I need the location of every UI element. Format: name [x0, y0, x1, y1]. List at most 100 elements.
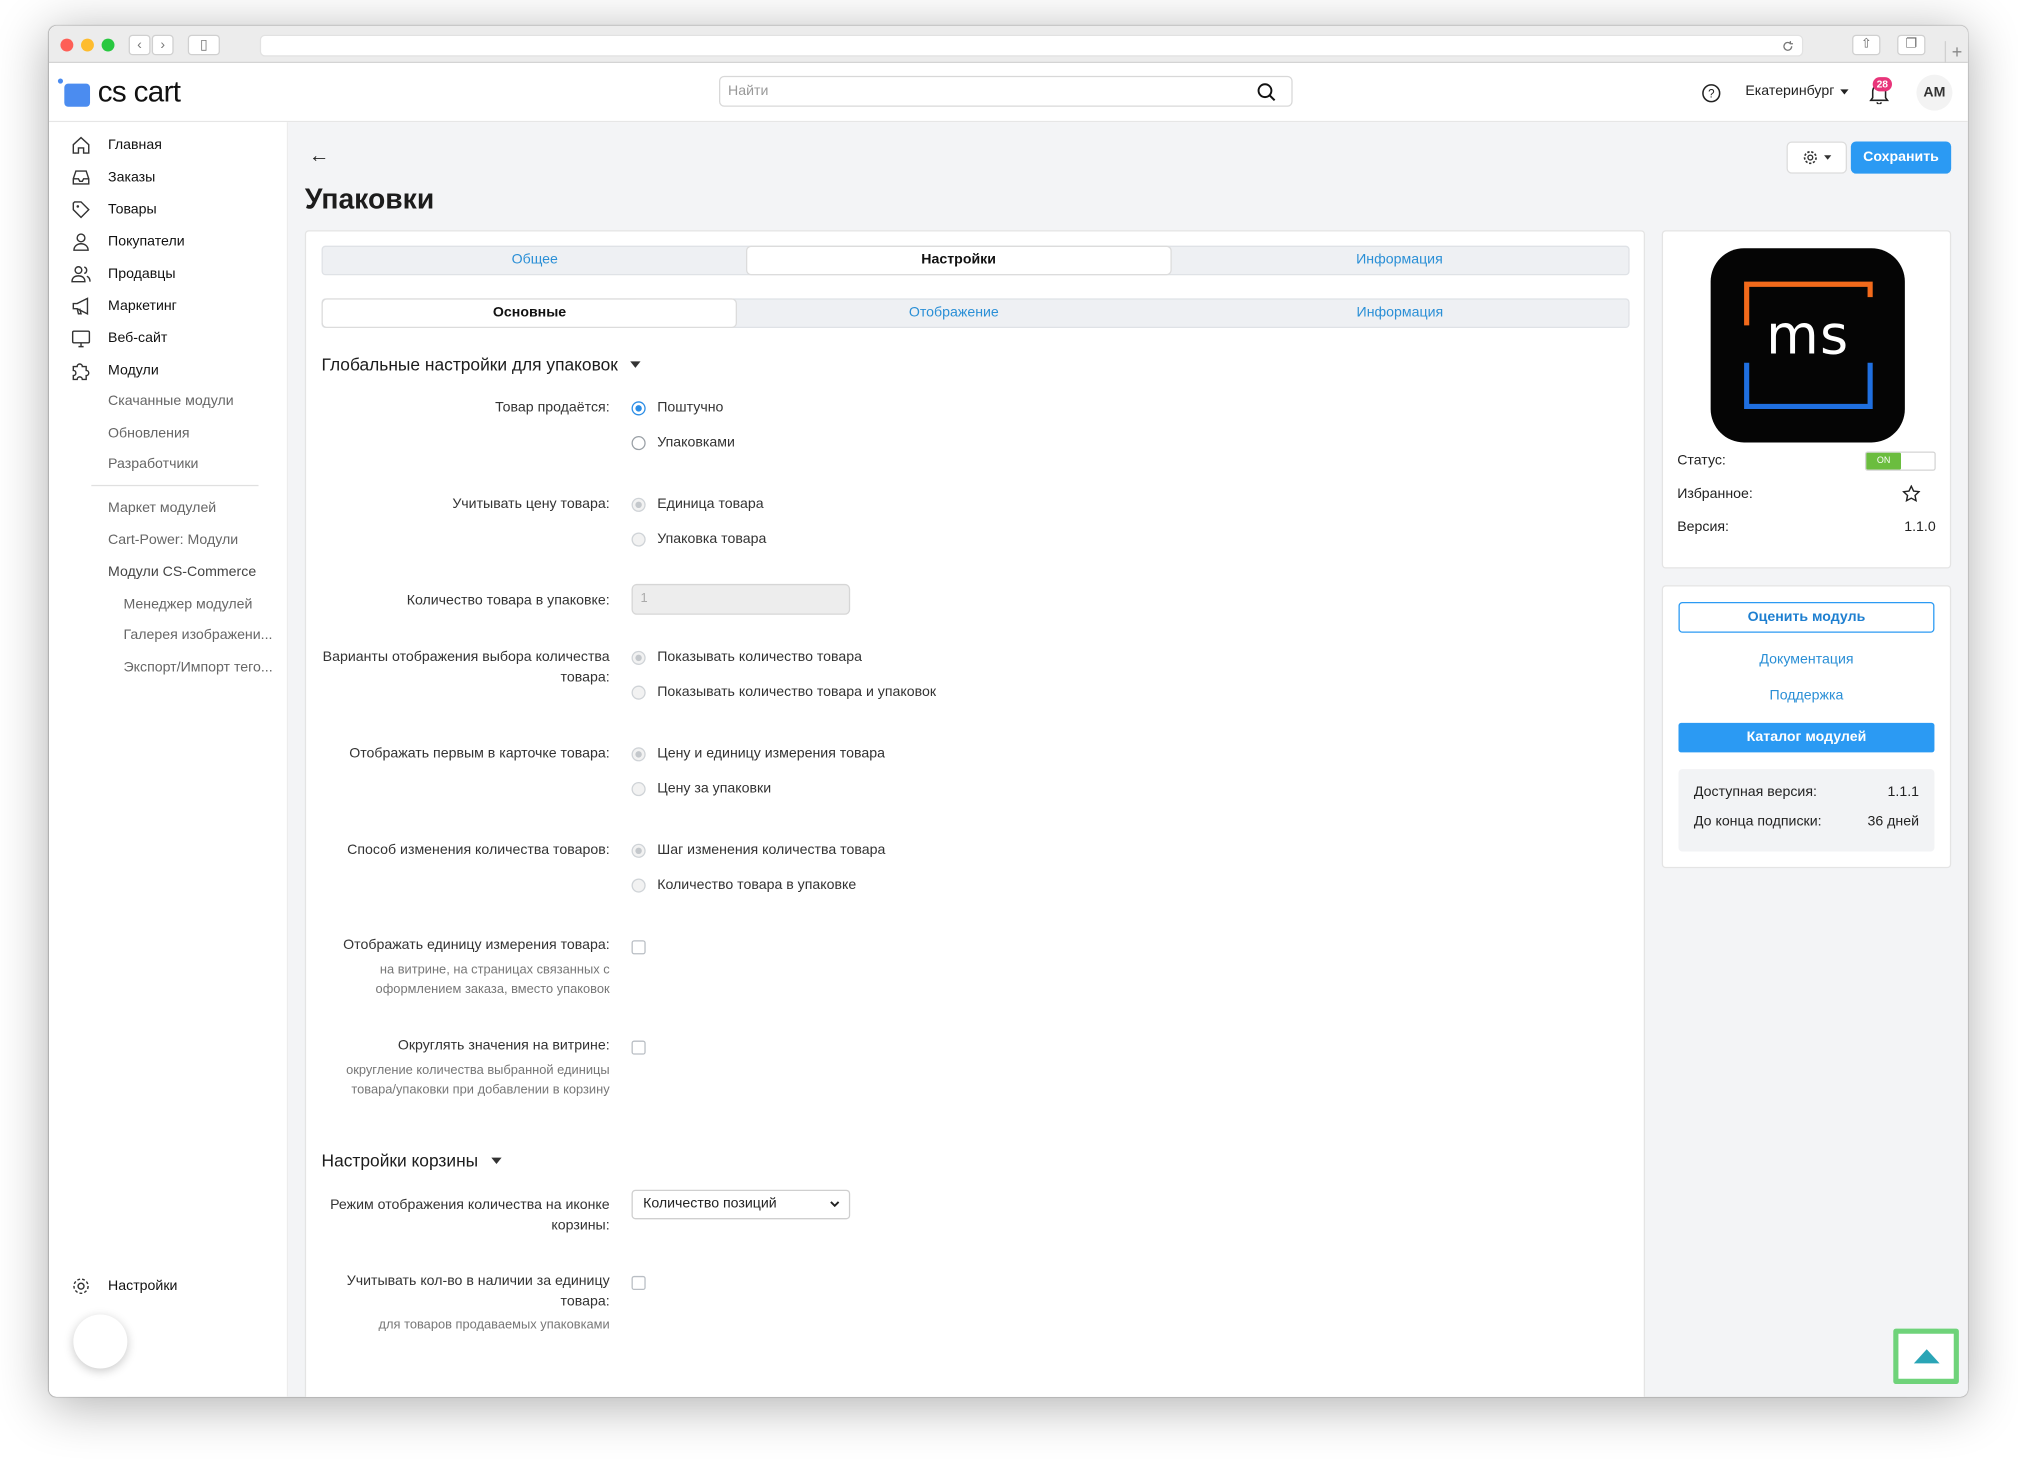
radio-button[interactable]: [631, 877, 646, 892]
sidebar: Главная Заказы Товары Покупатели Продавц…: [48, 122, 289, 1397]
save-button[interactable]: Сохранить: [1850, 141, 1952, 174]
radio-button[interactable]: [631, 781, 646, 796]
sidebar-item-orders[interactable]: Заказы: [69, 166, 155, 189]
forward-nav-icon[interactable]: ›: [151, 34, 174, 56]
sidebar-item-label: Заказы: [108, 169, 156, 186]
sidebar-subitem-downloaded[interactable]: Скачанные модули: [108, 394, 234, 409]
star-icon[interactable]: [1902, 484, 1921, 503]
settings-dropdown-button[interactable]: [1786, 141, 1847, 174]
option-label: Шаг изменения количества товара: [657, 842, 886, 858]
stock-label: Учитывать кол-во в наличии за единицу то…: [346, 1273, 610, 1310]
user-icon: [69, 230, 92, 253]
sidebar-subitem-updates[interactable]: Обновления: [108, 426, 189, 441]
rate-module-button[interactable]: Оценить модуль: [1678, 601, 1935, 633]
sidebar-item-marketing[interactable]: Маркетинг: [69, 295, 177, 318]
floating-action-button[interactable]: [73, 1314, 128, 1369]
price-label: Учитывать цену товара:: [452, 496, 610, 512]
sidebar-subitem-module-manager[interactable]: Менеджер модулей: [123, 597, 252, 612]
show-unit-hint: оформлением заказа, вместо упаковок: [375, 982, 610, 997]
stock-checkbox[interactable]: [631, 1275, 646, 1291]
search-icon[interactable]: [1257, 82, 1276, 102]
sidebar-item-products[interactable]: Товары: [69, 198, 157, 221]
close-window-icon[interactable]: [60, 38, 74, 52]
cart-icon-mode-select[interactable]: Количество позиций: [631, 1189, 851, 1220]
tab-settings[interactable]: Настройки: [746, 246, 1171, 274]
cs-cart-logo[interactable]: cs cart: [57, 75, 181, 110]
share-icon[interactable]: ⇧: [1852, 34, 1881, 56]
show-unit-label: Отображать единицу измерения товара:: [343, 937, 610, 954]
radio-button[interactable]: [631, 531, 646, 546]
back-arrow-icon[interactable]: ←: [309, 145, 330, 168]
radio-button[interactable]: [631, 746, 646, 761]
round-checkbox[interactable]: [631, 1040, 646, 1055]
tab-general[interactable]: Общее: [323, 247, 747, 274]
radio-button[interactable]: [631, 843, 646, 858]
change-method-option-pack[interactable]: Количество товара в упаковке: [631, 877, 856, 893]
support-link[interactable]: Поддержка: [1663, 688, 1950, 703]
sidebar-subitem-developers[interactable]: Разработчики: [108, 457, 198, 472]
sidebar-item-website[interactable]: Веб-сайт: [69, 327, 167, 350]
sidebar-subitem-image-gallery[interactable]: Галерея изображени...: [123, 628, 272, 643]
show-first-option-pack[interactable]: Цену за упаковки: [631, 781, 771, 796]
gear-icon: [1803, 150, 1817, 165]
price-option-unit[interactable]: Единица товара: [631, 496, 764, 512]
radio-button[interactable]: [631, 435, 646, 450]
status-toggle[interactable]: ON: [1864, 451, 1936, 471]
show-first-option-unit[interactable]: Цену и единицу измерения товара: [631, 745, 885, 762]
search-input[interactable]: [720, 77, 1235, 106]
module-logo: ms: [1710, 248, 1905, 443]
display-option-qty-packs[interactable]: Показывать количество товара и упаковок: [631, 684, 937, 700]
sidebar-item-modules[interactable]: Модули: [69, 359, 159, 382]
tab-information[interactable]: Информация: [1171, 247, 1629, 274]
sold-option-packs[interactable]: Упаковками: [631, 435, 735, 450]
subtab-display[interactable]: Отображение: [736, 300, 1171, 327]
subtab-basic[interactable]: Основные: [322, 299, 737, 327]
minimize-window-icon[interactable]: [81, 38, 94, 52]
sidebar-subitem-cs-commerce[interactable]: Модули CS-Commerce: [108, 565, 256, 580]
sidebar-item-label: Продавцы: [108, 266, 176, 282]
sidebar-toggle-icon[interactable]: ▯: [187, 34, 220, 56]
address-bar[interactable]: [259, 34, 1804, 57]
users-icon: [69, 262, 92, 285]
module-catalog-button[interactable]: Каталог модулей: [1678, 722, 1935, 753]
city-selector[interactable]: Екатеринбург: [1745, 84, 1849, 99]
price-option-pack[interactable]: Упаковка товара: [631, 531, 766, 547]
display-option-qty[interactable]: Показывать количество товара: [631, 650, 862, 665]
tabs-overview-icon[interactable]: ❐: [1897, 34, 1926, 56]
qty-input[interactable]: 1: [631, 583, 851, 615]
radio-button[interactable]: [631, 650, 646, 665]
subscription-label: До конца подписки:: [1693, 814, 1822, 830]
show-unit-checkbox[interactable]: [631, 940, 646, 955]
sidebar-subitem-cart-power[interactable]: Cart-Power: Модули: [108, 532, 238, 547]
scroll-to-top-button[interactable]: [1893, 1328, 1959, 1384]
global-settings-header[interactable]: Глобальные настройки для упаковок: [322, 355, 642, 374]
help-icon[interactable]: ?: [1702, 84, 1721, 103]
back-nav-icon[interactable]: ‹: [128, 34, 151, 56]
radio-button[interactable]: [631, 497, 646, 512]
reload-icon[interactable]: [1781, 40, 1794, 53]
sidebar-subitem-market[interactable]: Маркет модулей: [108, 500, 216, 515]
sidebar-item-vendors[interactable]: Продавцы: [69, 262, 176, 285]
sidebar-item-settings[interactable]: Настройки: [69, 1275, 177, 1298]
sidebar-item-customers[interactable]: Покупатели: [69, 230, 185, 253]
status-label: Статус:: [1677, 452, 1726, 469]
avatar[interactable]: AM: [1916, 74, 1953, 111]
sold-label: Товар продаётся:: [495, 400, 610, 416]
sidebar-subitem-tag-export[interactable]: Экспорт/Импорт тего...: [123, 660, 272, 675]
cart-settings-header[interactable]: Настройки корзины: [322, 1151, 502, 1170]
documentation-link[interactable]: Документация: [1663, 652, 1950, 667]
version-label: Версия:: [1677, 519, 1729, 536]
subtab-information[interactable]: Информация: [1171, 300, 1628, 327]
sold-option-piece[interactable]: Поштучно: [631, 400, 723, 415]
sidebar-item-home[interactable]: Главная: [69, 134, 162, 157]
change-method-option-step[interactable]: Шаг изменения количества товара: [631, 842, 886, 858]
radio-button[interactable]: [631, 400, 646, 415]
option-label: Цену и единицу измерения товара: [657, 745, 885, 762]
maximize-window-icon[interactable]: [101, 38, 115, 52]
gear-icon: [69, 1275, 92, 1298]
radio-button[interactable]: [631, 684, 646, 700]
svg-text:?: ?: [1708, 89, 1714, 101]
option-label: Показывать количество товара и упаковок: [657, 684, 937, 700]
settings-panel: Общее Настройки Информация Основные Отоб…: [304, 230, 1646, 1397]
new-tab-icon[interactable]: +: [1944, 41, 1968, 64]
